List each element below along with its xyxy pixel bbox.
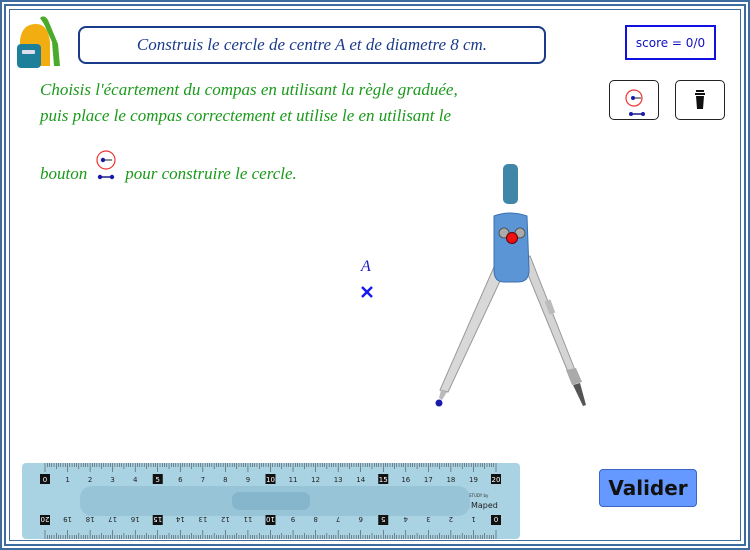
ruler-number: 8 (313, 515, 317, 523)
ruler-number: 6 (358, 515, 363, 523)
ruler-number: 5 (381, 515, 385, 523)
compass-head[interactable] (493, 212, 530, 283)
ruler-number: 3 (110, 476, 114, 484)
ruler-number: 0 (494, 515, 498, 523)
ruler-number: 13 (334, 476, 343, 484)
instruction-text: bouton (40, 164, 88, 183)
ruler-number: 17 (108, 515, 117, 523)
ruler-number: 20 (41, 515, 50, 523)
ruler-number: 15 (379, 476, 388, 484)
graduated-ruler[interactable]: 0011223344556677889910101111121213131414… (22, 463, 522, 539)
point-a-label: A (361, 258, 371, 275)
compass-right-leg[interactable] (521, 255, 586, 406)
backpack-icon (17, 16, 60, 68)
ruler-number: 10 (266, 476, 275, 484)
ruler-number: 20 (492, 476, 501, 484)
ruler-brand-small: STUDY by (469, 493, 489, 498)
ruler-number: 18 (446, 476, 455, 484)
ruler-number: 0 (43, 476, 47, 484)
ruler-number: 19 (469, 476, 478, 484)
circle-compass-tool-button[interactable] (609, 80, 659, 120)
ruler-number: 14 (356, 476, 365, 484)
instruction-line-3: bouton pour construire le cercle. (40, 150, 297, 184)
ruler-number: 16 (130, 515, 139, 523)
score-display: score = 0/0 (625, 25, 716, 60)
ruler-number: 10 (266, 515, 275, 523)
ruler-number: 18 (86, 515, 95, 523)
compass-tool[interactable] (430, 160, 600, 410)
ruler-number: 7 (336, 515, 340, 523)
ruler-number: 12 (311, 476, 320, 484)
ruler-number: 1 (471, 515, 475, 523)
ruler-number: 16 (401, 476, 410, 484)
task-title-text: Construis le cercle de centre A et de di… (136, 35, 488, 54)
ruler-number: 8 (223, 476, 227, 484)
ruler-number: 19 (63, 515, 72, 523)
ruler-number: 4 (403, 515, 408, 523)
ruler-number: 9 (246, 476, 250, 484)
ruler-number: 1 (65, 476, 69, 484)
circle-compass-tool-icon (625, 89, 645, 116)
compass-handle[interactable] (503, 164, 518, 204)
circle-compass-tool-icon (96, 150, 116, 180)
ruler-number: 7 (201, 476, 205, 484)
compass-hinge-handle[interactable] (506, 232, 518, 244)
ruler-number: 4 (133, 476, 138, 484)
ruler-number: 9 (291, 515, 295, 523)
ruler-number: 5 (156, 476, 160, 484)
validate-button[interactable]: Valider (599, 469, 697, 507)
ruler-number: 6 (178, 476, 183, 484)
ruler-number: 11 (243, 515, 252, 523)
task-title: Construis le cercle de centre A et de di… (78, 26, 546, 64)
delete-tool-button[interactable] (675, 80, 725, 120)
ruler-number: 17 (424, 476, 433, 484)
ruler-number: 3 (426, 515, 430, 523)
trash-icon (695, 90, 705, 109)
point-a-marker[interactable] (360, 285, 374, 299)
instruction-line-1: Choisis l'écartement du compas en utilis… (40, 80, 458, 99)
ruler-number: 12 (221, 515, 230, 523)
ruler-number: 15 (153, 515, 162, 523)
instruction-line-2: puis place le compas correctement et uti… (40, 106, 452, 125)
compass-left-leg[interactable] (439, 259, 509, 400)
ruler-number: 11 (289, 476, 298, 484)
ruler-number: 14 (175, 515, 184, 523)
ruler-number: 2 (449, 515, 453, 523)
instruction-text: pour construire le cercle. (125, 164, 297, 183)
ruler-number: 13 (198, 515, 207, 523)
ruler-brand: Maped (471, 501, 498, 510)
compass-needle-point[interactable] (435, 399, 443, 407)
ruler-number: 2 (88, 476, 92, 484)
